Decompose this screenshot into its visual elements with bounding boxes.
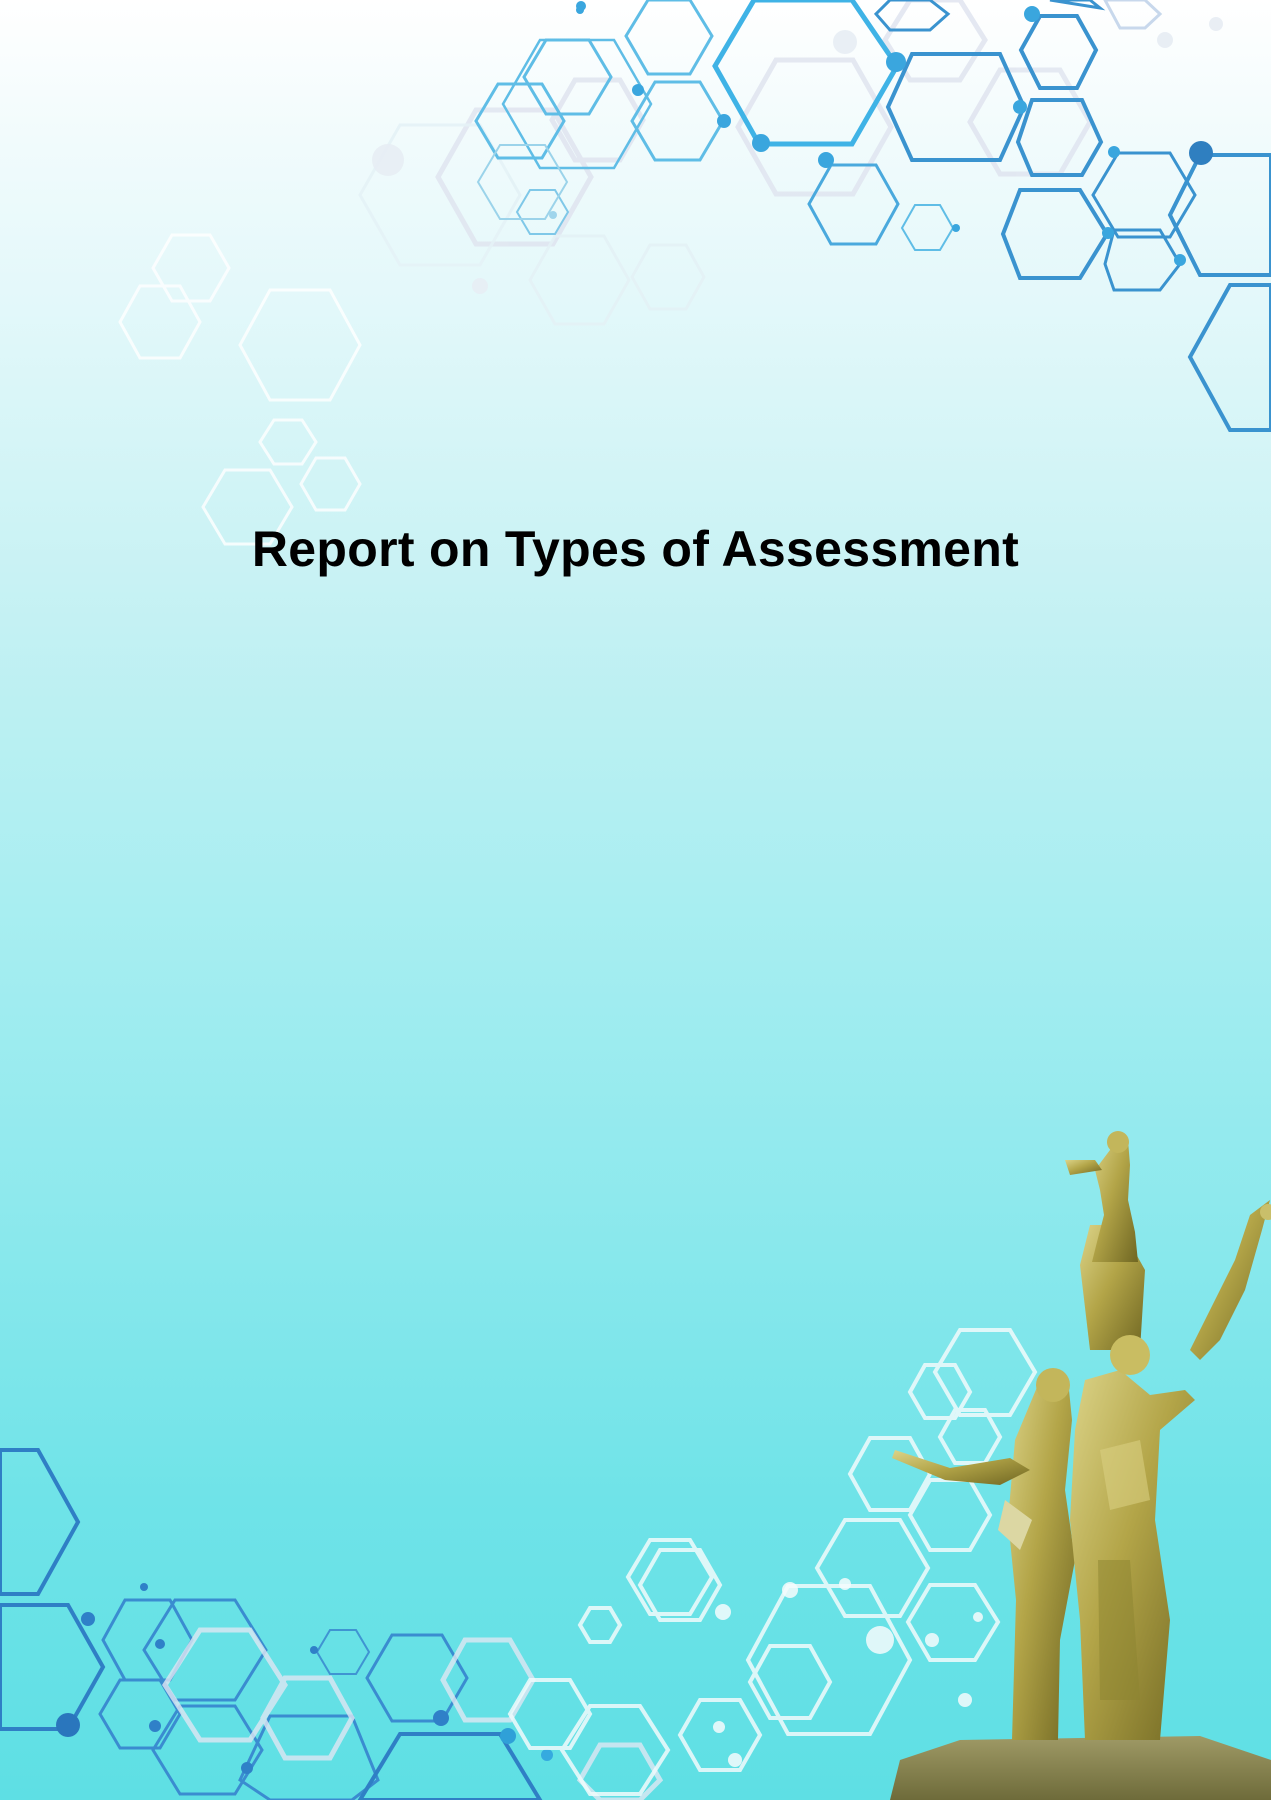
statue-illustration [890,1131,1271,1800]
cover-page: Report on Types of Assessment [0,0,1273,1800]
document-title: Report on Types of Assessment [251,521,1020,577]
